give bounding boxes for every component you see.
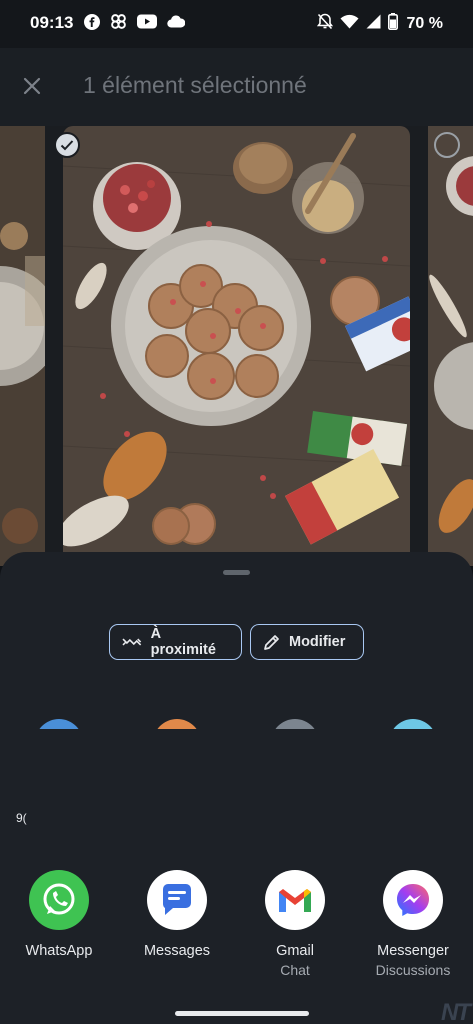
contact-avatar[interactable] [271,719,319,729]
photo-carousel[interactable] [0,126,473,566]
battery-percentage: 70 % [406,15,443,32]
gmail-icon [265,870,325,930]
edit-label: Modifier [289,634,346,650]
cloud-icon [167,15,186,33]
cookies-photo [63,126,410,566]
youtube-icon [137,14,157,34]
battery-icon [387,13,398,35]
messages-label: Messages [143,943,211,959]
messages-share-target[interactable]: Messages [118,870,236,960]
close-button[interactable] [16,70,48,102]
photo-thumbnail-selected[interactable] [63,126,410,566]
edit-chip[interactable]: Modifier [250,624,364,660]
contact-avatar[interactable] [153,719,201,729]
contact-name-truncated: 9( [16,811,27,825]
status-bar: 09:13 70 % [0,0,473,48]
selection-toolbar: 1 élément sélectionné [0,48,473,126]
gmail-chat-share-target[interactable]: Gmail Chat [236,870,354,980]
messenger-sublabel: Discussions [375,962,451,978]
contact-avatar[interactable] [35,719,83,729]
system-icons: 70 % [316,13,443,35]
check-icon [60,140,74,151]
facebook-icon [84,13,100,35]
gesture-navigation-handle[interactable] [175,1011,309,1016]
wifi-icon [340,14,359,34]
nearby-share-chip[interactable]: À proximité [109,624,242,660]
status-time: 09:13 [30,13,74,32]
selected-checkmark[interactable] [54,132,80,158]
drag-handle[interactable] [223,570,250,575]
photo-thumbnail-next[interactable] [428,126,473,566]
whatsapp-share-target[interactable]: WhatsApp [0,870,118,960]
pinwheel-icon [110,13,127,35]
notification-icons [84,13,186,35]
do-not-disturb-icon [316,13,333,35]
watermark-logo: NT [441,999,471,1024]
pencil-icon [264,634,279,650]
app-share-targets: WhatsApp Messages Gmail Chat Messenger D… [0,870,473,990]
gmail-label: Gmail [276,943,314,959]
signal-icon [366,14,381,34]
selection-title: 1 élément sélectionné [83,72,307,98]
messenger-share-target[interactable]: Messenger Discussions [354,870,472,980]
close-icon [23,77,41,95]
whatsapp-label: WhatsApp [25,943,93,959]
nearby-share-icon [122,638,142,646]
messenger-icon [383,870,443,930]
direct-share-contacts [0,717,473,729]
contact-avatar[interactable] [389,719,437,729]
messages-icon [147,870,207,930]
photo-thumbnail-previous[interactable] [0,126,45,566]
gmail-sublabel: Chat [280,962,310,978]
share-sheet: À proximité Modifier 9( WhatsApp Message… [0,552,473,1024]
nearby-share-label: À proximité [150,626,216,658]
whatsapp-icon [29,870,89,930]
unselected-checkbox[interactable] [434,132,460,158]
messenger-label: Messenger [377,943,449,959]
